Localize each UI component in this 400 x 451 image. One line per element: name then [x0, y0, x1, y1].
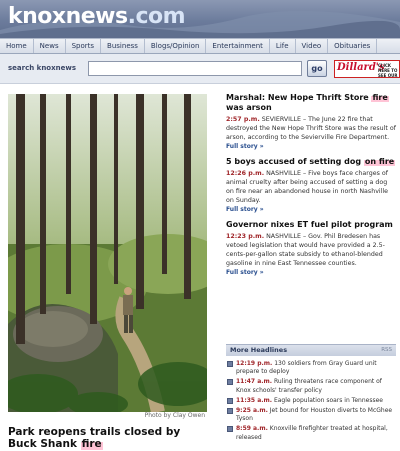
- top-stories: Marshal: New Hope Thrift Store fire was …: [226, 93, 396, 283]
- nav-news[interactable]: News: [34, 39, 66, 53]
- nav-obituaries[interactable]: Obituaries: [328, 39, 378, 53]
- story-title-highlight: on fire: [363, 157, 396, 166]
- headline-text: Eagle population soars in Tennessee: [272, 396, 383, 404]
- main-headline-highlight: fire: [80, 438, 103, 450]
- full-story-link[interactable]: Full story »: [226, 206, 396, 213]
- headline-time: 12:19 p.m.: [236, 360, 273, 367]
- forest-trail-image: [8, 94, 207, 412]
- nav-home[interactable]: Home: [0, 39, 34, 53]
- more-headlines-title: More Headlines: [230, 346, 288, 354]
- story-item: 5 boys accused of setting dog on fire 12…: [226, 157, 396, 213]
- main-headline[interactable]: Park reopens trails closed by Buck Shank…: [8, 426, 207, 450]
- photo-credit: Photo by Clay Owen: [144, 412, 205, 419]
- search-bar: search knoxnews go Dillard's CLICK HERE …: [0, 54, 400, 84]
- story-title[interactable]: Marshal: New Hope Thrift Store fire was …: [226, 93, 396, 113]
- headline-item[interactable]: 11:35 a.m. Eagle population soars in Ten…: [226, 397, 396, 405]
- story-time: 12:23 p.m.: [226, 233, 265, 240]
- story-title-text: Marshal: New Hope Thrift Store: [226, 93, 372, 102]
- article-icon: [227, 408, 233, 415]
- story-summary: 2:57 p.m. SEVIERVILLE – The June 22 fire…: [226, 115, 396, 142]
- full-story-link[interactable]: Full story »: [226, 269, 396, 276]
- full-story-link[interactable]: Full story »: [226, 143, 396, 150]
- ad-cta: CLICK HERE TO SEE OUR: [378, 63, 398, 78]
- logo-name: knoxnews: [8, 4, 128, 29]
- headline-time: 11:35 a.m.: [236, 396, 273, 404]
- nav-business[interactable]: Business: [101, 39, 145, 53]
- story-title-text: Governor nixes ET fuel pilot program: [226, 220, 393, 229]
- nav-video[interactable]: Video: [296, 39, 329, 53]
- headline-time: 8:59 a.m.: [236, 425, 268, 433]
- nav-life[interactable]: Life: [270, 39, 296, 53]
- headline-time: 11:47 a.m.: [236, 378, 273, 386]
- article-icon: [227, 397, 233, 404]
- story-item: Marshal: New Hope Thrift Store fire was …: [226, 93, 396, 150]
- search-input[interactable]: [88, 61, 302, 76]
- story-time: 12:26 p.m.: [226, 170, 265, 177]
- article-icon: [227, 426, 233, 433]
- site-logo[interactable]: knoxnews.com: [8, 4, 186, 29]
- headline-item[interactable]: 8:59 a.m. Knoxville firefighter treated …: [226, 425, 396, 441]
- story-summary: 12:23 p.m. NASHVILLE – Gov. Phil Bredese…: [226, 232, 396, 268]
- search-go-button[interactable]: go: [307, 60, 327, 77]
- story-item: Governor nixes ET fuel pilot program 12:…: [226, 220, 396, 276]
- article-icon: [227, 379, 233, 386]
- nav-entertainment[interactable]: Entertainment: [206, 39, 270, 53]
- story-photo[interactable]: [8, 94, 207, 412]
- more-headlines-header: More Headlines RSS: [226, 344, 396, 356]
- headline-item[interactable]: 11:47 a.m. Ruling threatens race compone…: [226, 378, 396, 394]
- article-icon: [227, 361, 233, 367]
- more-headlines-list: 12:19 p.m. 130 soldiers from Gray Guard …: [226, 360, 396, 444]
- headline-item[interactable]: 12:19 p.m. 130 soldiers from Gray Guard …: [226, 360, 396, 376]
- search-label: search knoxnews: [8, 64, 76, 72]
- main-nav: Home News Sports Business Blogs/Opinion …: [0, 38, 400, 54]
- story-time: 2:57 p.m.: [226, 116, 260, 123]
- dillards-ad[interactable]: Dillard's CLICK HERE TO SEE OUR: [334, 60, 400, 78]
- rss-link[interactable]: RSS: [381, 347, 392, 353]
- headline-time: 9:25 a.m.: [236, 407, 268, 415]
- story-title-highlight: fire: [371, 93, 389, 102]
- story-title[interactable]: Governor nixes ET fuel pilot program: [226, 220, 396, 230]
- nav-blogs-opinion[interactable]: Blogs/Opinion: [145, 39, 207, 53]
- site-header: knoxnews.com: [0, 0, 400, 38]
- nav-sports[interactable]: Sports: [66, 39, 102, 53]
- story-title[interactable]: 5 boys accused of setting dog on fire: [226, 157, 396, 167]
- story-title-text: 5 boys accused of setting dog: [226, 157, 364, 166]
- headline-item[interactable]: 9:25 a.m. Jet bound for Houston diverts …: [226, 407, 396, 423]
- story-summary: 12:26 p.m. NASHVILLE – Five boys face ch…: [226, 169, 396, 205]
- story-title-rest: was arson: [226, 103, 272, 112]
- logo-tld: .com: [127, 4, 186, 29]
